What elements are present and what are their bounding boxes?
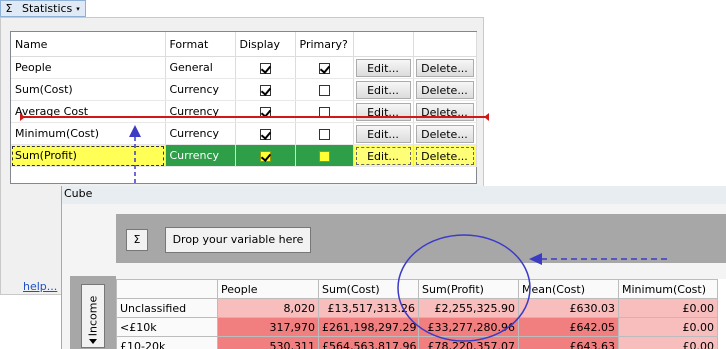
statistics-button[interactable]: Σ Statistics ▾ [0,0,86,17]
column-header-primary[interactable]: Primary? [295,32,354,57]
edit-button[interactable]: Edit... [355,124,411,143]
display-checkbox[interactable] [259,150,271,162]
table-cell[interactable]: £630.03 [518,298,619,318]
cube-window: Cube Σ Drop your variable here Income Pe… [61,186,726,349]
column-header-display[interactable]: Display [235,32,296,57]
column-header-delete [413,32,477,57]
table-cell[interactable]: 8,020 [217,298,319,318]
statistic-format[interactable]: Currency [165,78,236,101]
display-checkbox[interactable] [259,84,271,96]
statistics-header-row: Name Format Display Primary? [11,32,477,57]
statistic-format[interactable]: Currency [165,122,236,145]
row-header[interactable]: <£10k [116,317,218,337]
statistics-grid: Name Format Display Primary? People Gene… [10,31,489,184]
statistic-name[interactable]: Sum(Cost) [11,78,166,101]
statistic-format[interactable]: Currency [165,100,236,123]
display-checkbox[interactable] [259,128,271,140]
primary-checkbox[interactable] [318,128,330,140]
primary-checkbox[interactable] [318,84,330,96]
statistic-row-people[interactable]: People General Edit... Delete... [11,56,477,79]
sigma-button[interactable]: Σ [126,229,148,251]
table-cell[interactable]: £643.63 [518,336,619,349]
drop-insertion-line [20,113,489,121]
cube-frame: Σ Drop your variable here Income People … [62,204,726,349]
sigma-icon: Σ [5,2,13,15]
income-variable-button[interactable]: Income [81,284,105,348]
row-drop-zone[interactable]: Income [70,276,116,349]
table-cell[interactable]: 317,970 [217,317,319,337]
column-header[interactable]: Minimum(Cost) [618,279,718,299]
statistic-format[interactable]: Currency [165,144,236,167]
table-cell[interactable]: £0.00 [618,298,718,318]
income-label: Income [86,295,100,337]
table-cell[interactable]: 530,311 [217,336,319,349]
edit-button[interactable]: Edit... [355,80,411,99]
column-header[interactable]: People [217,279,319,299]
delete-button[interactable]: Delete... [415,124,474,143]
statistic-row-average-cost[interactable]: Average Cost Currency Edit... Delete... [11,100,477,123]
display-checkbox[interactable] [259,62,271,74]
delete-button[interactable]: Delete... [415,58,474,77]
statistic-name[interactable]: People [11,56,166,79]
delete-button[interactable]: Delete... [415,146,474,165]
dropdown-caret-icon: ▾ [76,4,80,13]
primary-checkbox[interactable] [318,62,330,74]
corner-cell [116,279,218,299]
edit-button[interactable]: Edit... [355,58,411,77]
column-header[interactable]: Mean(Cost) [518,279,619,299]
statistic-format[interactable]: General [165,56,236,79]
dropdown-arrow-icon [89,339,97,344]
cube-title: Cube [62,186,726,204]
primary-checkbox[interactable] [318,150,330,162]
column-header-format[interactable]: Format [165,32,236,57]
drop-variable-button[interactable]: Drop your variable here [165,227,311,253]
statistic-row-sum-cost[interactable]: Sum(Cost) Currency Edit... Delete... [11,78,477,101]
column-header-edit [353,32,414,57]
table-cell[interactable]: £0.00 [618,336,718,349]
help-link[interactable]: help... [23,280,57,293]
edit-button[interactable]: Edit... [355,146,411,165]
statistics-table: Name Format Display Primary? People Gene… [11,32,477,167]
row-header[interactable]: £10-20k [116,336,218,349]
statistic-row-minimum-cost[interactable]: Minimum(Cost) Currency Edit... Delete... [11,122,477,145]
row-header[interactable]: Unclassified [116,298,218,318]
table-cell[interactable]: £642.05 [518,317,619,337]
statistics-label: Statistics [22,2,73,15]
drag-up-arrow-icon [129,125,141,183]
statistic-row-sum-profit[interactable]: Sum(Profit) Currency Edit... Delete... [11,144,477,167]
delete-button[interactable]: Delete... [415,80,474,99]
statistic-name[interactable]: Average Cost [11,100,166,123]
drag-left-arrow-icon [529,253,669,265]
table-cell[interactable]: £0.00 [618,317,718,337]
highlight-ellipse-annotation [397,234,531,342]
column-header-name[interactable]: Name [11,32,166,57]
